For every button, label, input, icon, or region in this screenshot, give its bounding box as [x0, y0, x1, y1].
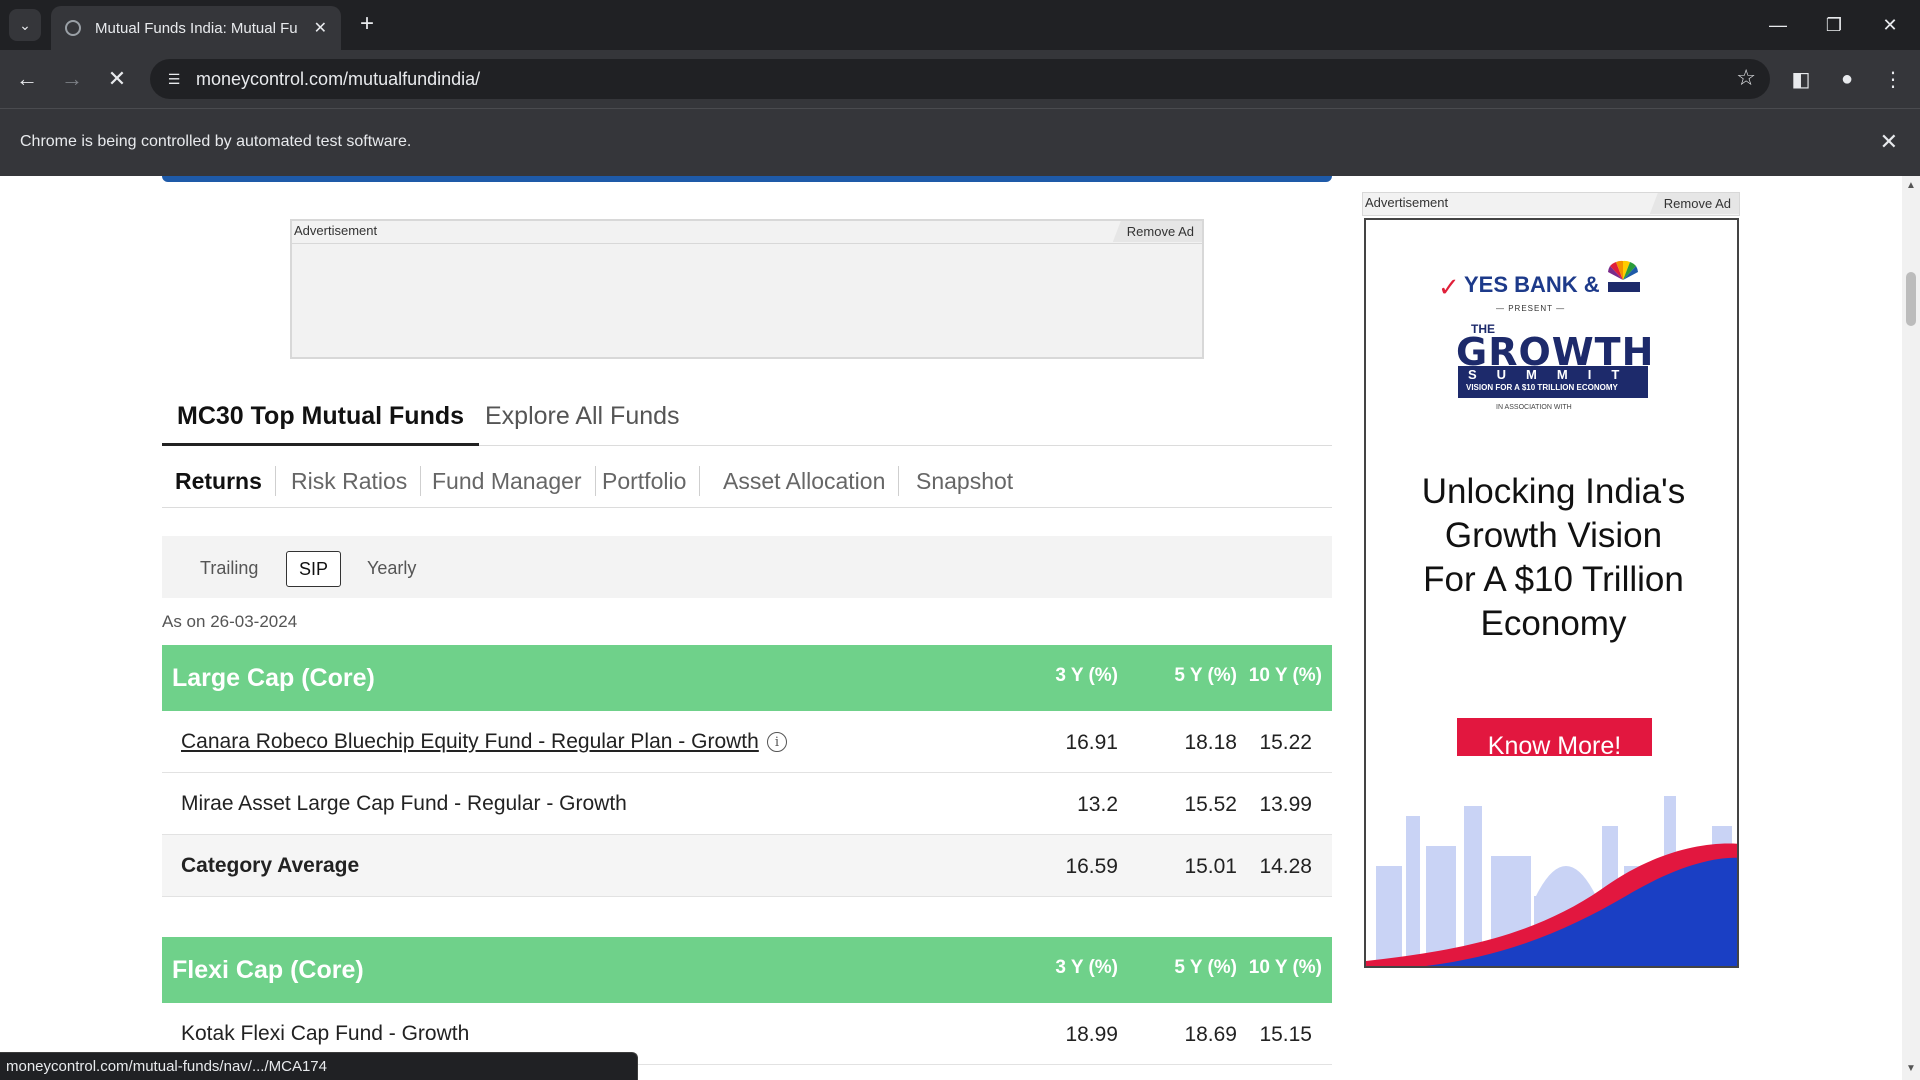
table-row: Canara Robeco Bluechip Equity Fund - Reg…	[162, 711, 1332, 773]
period-yearly[interactable]: Yearly	[355, 551, 428, 587]
headline-line: Growth Vision	[1444, 516, 1663, 555]
fund-name[interactable]: Kotak Flexi Cap Fund - Growth	[181, 1022, 469, 1046]
category-header-flexi-cap: Flexi Cap (Core) 3 Y (%) 5 Y (%) 10 Y (%…	[162, 937, 1332, 1003]
column-header-10y: 10 Y (%)	[1248, 957, 1322, 978]
return-10y: 15.22	[1259, 731, 1312, 754]
return-3y: 18.99	[1065, 1023, 1118, 1046]
page-scrollbar[interactable]: ▲ ▼	[1902, 176, 1920, 1080]
loading-favicon-icon	[65, 20, 81, 36]
new-tab-button[interactable]: +	[353, 10, 381, 38]
headline-line: Unlocking India's	[1421, 472, 1686, 511]
scrollbar-thumb[interactable]	[1906, 272, 1916, 326]
yes-bank-tick-icon: ✓	[1438, 272, 1460, 302]
column-header-10y: 10 Y (%)	[1248, 665, 1322, 686]
scroll-down-arrow-icon[interactable]: ▼	[1906, 1063, 1916, 1074]
url-text[interactable]: moneycontrol.com/mutualfundindia/	[196, 69, 480, 90]
tab-risk-ratios[interactable]: Risk Ratios	[278, 466, 422, 496]
return-3y: 16.91	[1065, 731, 1118, 754]
return-10y: 14.28	[1259, 855, 1312, 878]
cnbc-peacock-logo-icon	[1608, 260, 1640, 292]
site-info-icon[interactable]: ☰	[162, 67, 186, 91]
column-header-5y: 5 Y (%)	[1174, 665, 1237, 686]
return-3y: 13.2	[1077, 793, 1118, 816]
tab-fund-manager[interactable]: Fund Manager	[419, 466, 596, 496]
tab-explore-all-funds[interactable]: Explore All Funds	[470, 402, 695, 446]
tab-mc30-top-funds[interactable]: MC30 Top Mutual Funds	[162, 402, 480, 446]
close-window-button[interactable]: ✕	[1870, 10, 1910, 40]
back-button[interactable]: ←	[10, 62, 44, 96]
tab-snapshot[interactable]: Snapshot	[903, 466, 1026, 496]
ad-headline: Unlocking India's Growth Vision For A $1…	[1366, 470, 1737, 646]
scroll-up-arrow-icon[interactable]: ▲	[1906, 180, 1916, 191]
as-on-date: As on 26-03-2024	[162, 612, 298, 631]
column-header-3y: 3 Y (%)	[1055, 665, 1118, 686]
browser-tab[interactable]: Mutual Funds India: Mutual Fu ✕	[51, 6, 341, 50]
fund-list-tabs: MC30 Top Mutual Funds Explore All Funds	[162, 402, 1332, 446]
summit-tagline: VISION FOR A $10 TRILLION ECONOMY	[1466, 383, 1618, 392]
right-ad-header: Advertisement Remove Ad	[1362, 192, 1740, 216]
infobar-message: Chrome is being controlled by automated …	[20, 133, 412, 150]
return-3y: 16.59	[1065, 855, 1118, 878]
tab-close-icon[interactable]: ✕	[314, 18, 327, 38]
bookmark-star-icon[interactable]: ☆	[1736, 65, 1756, 91]
return-10y: 15.15	[1259, 1023, 1312, 1046]
tab-asset-allocation[interactable]: Asset Allocation	[710, 466, 900, 496]
top-ad: Advertisement Remove Ad	[290, 219, 1204, 359]
profile-icon[interactable]: ●	[1832, 64, 1862, 94]
summit-bar: SUMMIT VISION FOR A $10 TRILLION ECONOMY	[1458, 366, 1648, 398]
remove-ad-button[interactable]: Remove Ad	[1112, 221, 1202, 242]
right-ad-banner[interactable]: ✓ YES BANK & — PRESENT — THE GROWTH SUMM…	[1364, 218, 1739, 968]
minimize-button[interactable]: —	[1758, 10, 1798, 40]
table-row: Mirae Asset Large Cap Fund - Regular - G…	[162, 773, 1332, 835]
tab-strip: ⌄ Mutual Funds India: Mutual Fu ✕ + — ❐ …	[0, 0, 1920, 50]
association-text: IN ASSOCIATION WITH	[1496, 404, 1572, 411]
chevron-down-icon: ⌄	[19, 16, 31, 33]
tab-portfolio[interactable]: Portfolio	[589, 466, 701, 496]
category-header-large-cap: Large Cap (Core) 3 Y (%) 5 Y (%) 10 Y (%…	[162, 645, 1332, 711]
present-text: — PRESENT —	[1496, 304, 1566, 313]
restore-button[interactable]: ❐	[1814, 10, 1854, 40]
fund-name[interactable]: Mirae Asset Large Cap Fund - Regular - G…	[181, 792, 627, 816]
stop-loading-button[interactable]: ✕	[100, 62, 134, 96]
tab-returns[interactable]: Returns	[162, 466, 276, 496]
column-header-3y: 3 Y (%)	[1055, 957, 1118, 978]
menu-kebab-icon[interactable]: ⋮	[1878, 64, 1908, 94]
page-content: Advertisement Remove Ad MC30 Top Mutual …	[0, 176, 1902, 1080]
headline-line: For A $10 Trillion	[1423, 560, 1684, 599]
period-selector: Trailing SIP Yearly	[162, 536, 1332, 598]
tab-search-button[interactable]: ⌄	[9, 9, 41, 41]
period-trailing[interactable]: Trailing	[188, 551, 270, 587]
browser-toolbar: ← → ✕ ☰ moneycontrol.com/mutualfundindia…	[0, 50, 1920, 108]
info-icon[interactable]: i	[767, 732, 787, 752]
banner-edge	[162, 176, 1332, 182]
remove-ad-button[interactable]: Remove Ad	[1649, 193, 1739, 214]
period-sip[interactable]: SIP	[286, 551, 342, 587]
category-title: Large Cap (Core)	[172, 664, 375, 692]
return-10y: 13.99	[1259, 793, 1312, 816]
forward-button[interactable]: →	[55, 62, 89, 96]
category-title: Flexi Cap (Core)	[172, 956, 364, 984]
side-panel-icon[interactable]: ◧	[1786, 64, 1816, 94]
fund-link[interactable]: Canara Robeco Bluechip Equity Fund - Reg…	[181, 730, 759, 754]
automation-infobar: Chrome is being controlled by automated …	[0, 108, 1920, 176]
summit-text: SUMMIT	[1468, 367, 1640, 382]
address-bar[interactable]: ☰ moneycontrol.com/mutualfundindia/ ☆	[150, 59, 1770, 99]
status-bubble: moneycontrol.com/mutual-funds/nav/.../MC…	[0, 1052, 638, 1080]
column-header-5y: 5 Y (%)	[1174, 957, 1237, 978]
category-average-row: Category Average 16.59 15.01 14.28	[162, 835, 1332, 897]
ad-label: Advertisement	[1365, 195, 1449, 210]
headline-line: Economy	[1480, 604, 1627, 643]
metric-tabs: Returns Risk Ratios Fund Manager Portfol…	[162, 466, 1332, 508]
sponsor-name: YES BANK &	[1464, 272, 1600, 297]
ad-label: Advertisement	[294, 223, 378, 238]
infobar-close-icon[interactable]: ✕	[1880, 129, 1898, 155]
tab-title: Mutual Funds India: Mutual Fu	[95, 19, 298, 37]
category-average-label: Category Average	[181, 854, 360, 877]
city-skyline-illustration	[1366, 756, 1737, 966]
